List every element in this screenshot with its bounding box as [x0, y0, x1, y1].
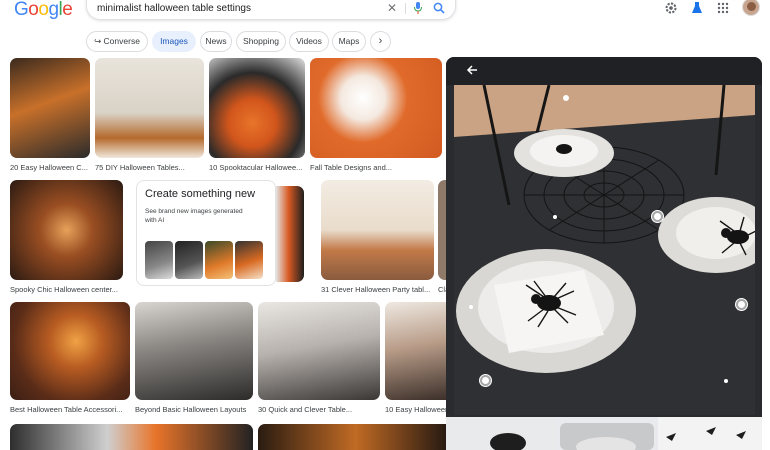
result-caption[interactable]: 30 Quick and Clever Table...: [258, 405, 380, 414]
hotspot-dot[interactable]: [469, 305, 473, 309]
result-caption[interactable]: 20 Easy Halloween C...: [10, 163, 90, 172]
search-box[interactable]: minimalist halloween table settings ✕: [86, 0, 456, 20]
result-image[interactable]: [10, 58, 90, 158]
ai-sample-image: [276, 186, 304, 282]
hotspot-dot[interactable]: [563, 95, 569, 101]
result-caption[interactable]: 75 DIY Halloween Tables...: [95, 163, 204, 172]
chip-label: News: [205, 36, 227, 46]
image-preview-panel: [446, 57, 762, 450]
preview-image[interactable]: [454, 85, 755, 415]
chip-images[interactable]: Images: [152, 31, 196, 52]
result-image[interactable]: [310, 58, 442, 158]
chip-converse[interactable]: ↪ Converse: [86, 31, 148, 52]
related-results-strip[interactable]: [446, 417, 762, 450]
chip-label: Converse: [103, 36, 140, 46]
chip-label: Maps: [338, 36, 360, 46]
top-header: Google minimalist halloween table settin…: [0, 0, 770, 26]
search-icon[interactable]: [433, 2, 445, 14]
result-caption[interactable]: 10 Spooktacular Hallowee...: [209, 163, 305, 172]
clear-icon[interactable]: ✕: [387, 2, 397, 14]
result-caption[interactable]: Beyond Basic Halloween Layouts: [135, 405, 253, 414]
hotspot-dot[interactable]: [724, 379, 728, 383]
ai-sample-image: [205, 241, 233, 279]
ai-sample-image: [145, 241, 173, 279]
chip-shopping[interactable]: Shopping: [236, 31, 286, 52]
mic-icon[interactable]: [413, 2, 423, 14]
related-thumbnails: [446, 417, 762, 450]
result-image[interactable]: [10, 302, 130, 400]
chip-label: Videos: [296, 36, 322, 46]
preview-toolbar: [446, 57, 762, 85]
ai-generate-card[interactable]: Create something new See brand new image…: [136, 180, 276, 286]
search-input[interactable]: minimalist halloween table settings: [97, 3, 251, 14]
ai-card-subtitle: See brand new images generated with AI: [145, 208, 243, 224]
result-image[interactable]: [209, 58, 305, 158]
back-arrow-icon[interactable]: [466, 64, 478, 76]
result-image[interactable]: [10, 424, 253, 450]
chip-news[interactable]: News: [200, 31, 232, 52]
visual-search-hotspot[interactable]: [736, 299, 747, 310]
visual-search-hotspot[interactable]: [652, 211, 663, 222]
ai-card-title: Create something new: [145, 188, 256, 200]
result-caption[interactable]: 31 Clever Halloween Party tabl...: [321, 285, 434, 294]
labs-icon[interactable]: [690, 1, 704, 15]
result-image[interactable]: [95, 58, 204, 158]
ai-sample-image: [175, 241, 203, 279]
chip-label: Images: [160, 36, 188, 46]
result-image[interactable]: [258, 302, 380, 400]
result-image[interactable]: [258, 424, 453, 450]
apps-grid-icon[interactable]: [716, 1, 730, 15]
google-logo[interactable]: Google: [14, 0, 73, 21]
result-image[interactable]: [321, 180, 434, 280]
result-caption[interactable]: 10 Easy Halloween C: [385, 405, 453, 414]
chip-label: Shopping: [243, 36, 279, 46]
ai-sample-image: [235, 241, 263, 279]
result-image[interactable]: [385, 302, 453, 400]
avatar[interactable]: [742, 0, 760, 16]
chip-videos[interactable]: Videos: [289, 31, 329, 52]
result-image[interactable]: [10, 180, 123, 280]
result-caption[interactable]: Spooky Chic Halloween center...: [10, 285, 123, 294]
divider: [405, 3, 406, 14]
result-caption[interactable]: Fall Table Designs and...: [310, 163, 442, 172]
visual-search-hotspot[interactable]: [480, 375, 491, 386]
chevron-right-icon[interactable]: ›: [370, 31, 391, 52]
result-image[interactable]: [135, 302, 253, 400]
result-caption[interactable]: Best Halloween Table Accessori...: [10, 405, 130, 414]
chip-maps[interactable]: Maps: [332, 31, 366, 52]
settings-icon[interactable]: [664, 1, 678, 15]
table-setting-illustration: [454, 85, 755, 415]
hotspot-dot[interactable]: [553, 215, 557, 219]
